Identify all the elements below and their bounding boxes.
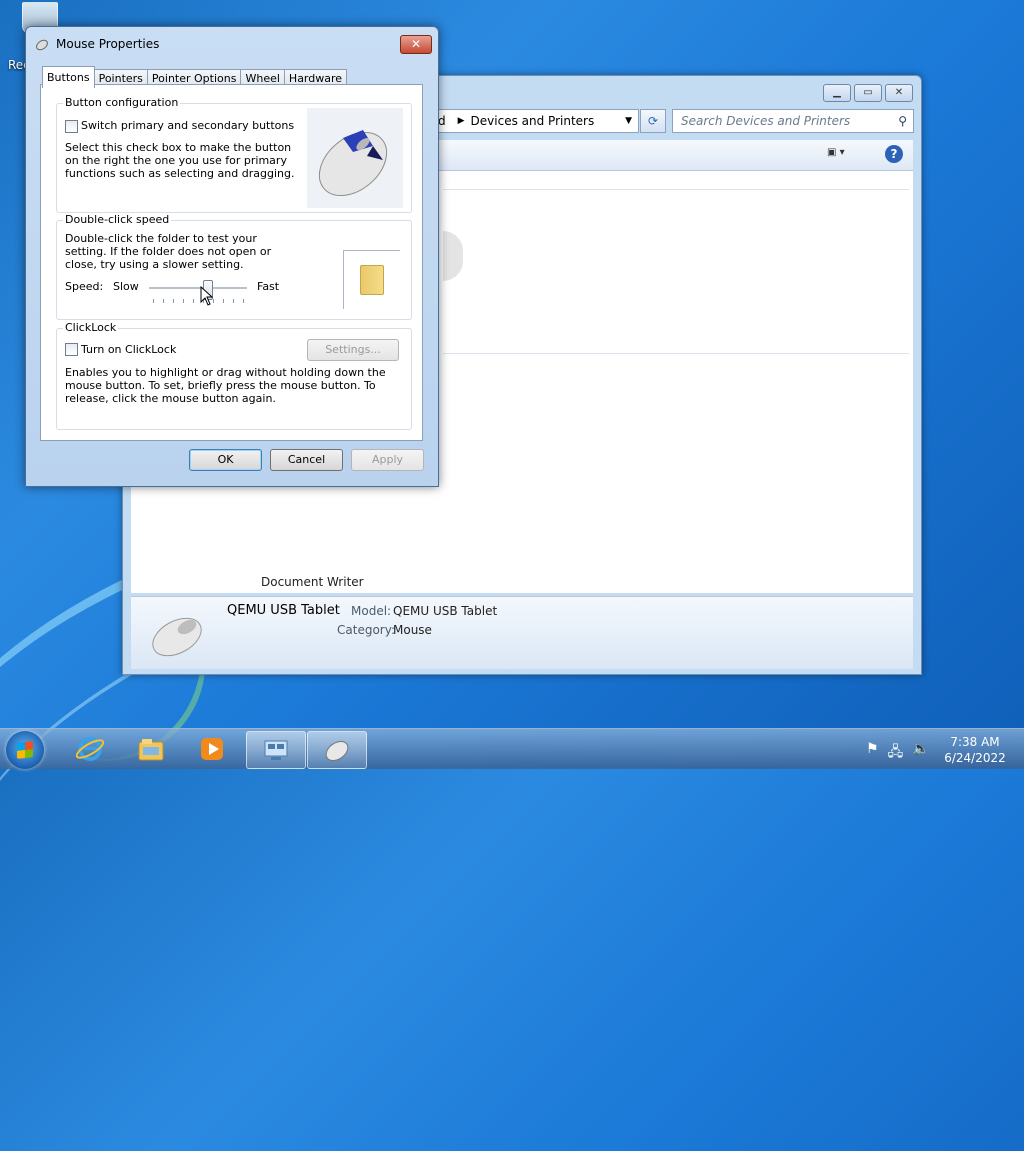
internet-explorer-icon (76, 737, 104, 761)
test-folder-area[interactable] (343, 250, 400, 309)
notification-area: ⚑ 🖧 🔈 (866, 741, 930, 765)
maximize-button[interactable]: ▭ (854, 84, 882, 102)
chevron-right-icon[interactable]: ▶ (458, 116, 465, 126)
network-icon[interactable]: 🖧 (888, 741, 904, 765)
divider (443, 353, 909, 354)
tab-panel: Button configuration Switch primary and … (40, 84, 423, 441)
mouse-properties-taskbar-button[interactable] (307, 731, 367, 769)
slow-label: Slow (113, 280, 139, 293)
category-value: Mouse (393, 623, 432, 637)
speed-label: Speed: (65, 280, 104, 293)
clicklock-description: Enables you to highlight or drag without… (65, 366, 386, 405)
devices-and-printers-taskbar-button[interactable] (246, 731, 306, 769)
close-button[interactable]: ✕ (885, 84, 913, 102)
mouse-properties-dialog: Mouse Properties ✕ Buttons Pointers Poin… (25, 26, 439, 487)
model-value: QEMU USB Tablet (393, 604, 498, 618)
search-input[interactable]: Search Devices and Printers ⚲ (672, 109, 914, 133)
clicklock-label[interactable]: Turn on ClickLock (81, 343, 176, 356)
group-label: Button configuration (63, 96, 181, 109)
chevron-down-icon[interactable]: ▼ (625, 116, 632, 126)
internet-explorer-button[interactable] (61, 731, 119, 767)
clicklock-group: ClickLock Turn on ClickLock Settings... … (56, 321, 412, 430)
button-configuration-group: Button configuration Switch primary and … (56, 96, 412, 213)
folder-icon[interactable] (360, 265, 384, 295)
windows-explorer-button[interactable] (122, 731, 180, 767)
fast-label: Fast (257, 280, 280, 293)
clicklock-checkbox[interactable] (65, 343, 78, 356)
ok-button[interactable]: OK (189, 449, 262, 471)
action-center-flag-icon[interactable]: ⚑ (866, 741, 879, 765)
clicklock-settings-button[interactable]: Settings... (307, 339, 399, 361)
group-label: ClickLock (63, 321, 119, 334)
media-player-icon (201, 738, 223, 760)
speed-slider-track[interactable] (149, 287, 247, 290)
model-label: Model: (351, 604, 392, 618)
clock-date: 6/24/2022 (944, 751, 1006, 765)
divider (443, 189, 909, 190)
dialog-close-button[interactable]: ✕ (400, 35, 432, 54)
device-icon-partial[interactable] (443, 231, 463, 281)
category-label: Category: (337, 623, 395, 637)
start-button[interactable] (6, 731, 44, 769)
switch-buttons-label[interactable]: Switch primary and secondary buttons (81, 119, 294, 132)
tab-buttons[interactable]: Buttons (42, 66, 95, 88)
mouse-cursor-icon (200, 286, 214, 306)
switch-buttons-checkbox[interactable] (65, 120, 78, 133)
refresh-button[interactable]: ⟳ (640, 109, 666, 133)
change-view-button[interactable]: ▣ ▾ (827, 147, 855, 163)
search-icon[interactable]: ⚲ (898, 114, 907, 128)
mouse-icon (36, 39, 48, 51)
devices-and-printers-icon (264, 740, 288, 760)
help-icon[interactable]: ? (885, 145, 903, 163)
search-placeholder: Search Devices and Printers (681, 114, 851, 128)
apply-button[interactable]: Apply (351, 449, 424, 471)
device-label-document-writer[interactable]: Document Writer (261, 575, 364, 589)
breadcrumb-devices[interactable]: Devices and Printers (471, 114, 595, 128)
media-player-button[interactable] (183, 731, 241, 767)
double-click-description: Double-click the folder to test your set… (65, 232, 272, 271)
device-name: QEMU USB Tablet (227, 603, 340, 618)
volume-icon[interactable]: 🔈 (912, 741, 929, 765)
mouse-icon (325, 740, 349, 762)
clock[interactable]: 7:38 AM 6/24/2022 (940, 734, 1010, 766)
details-pane: QEMU USB Tablet Model: QEMU USB Tablet C… (131, 596, 913, 669)
minimize-button[interactable]: ▁ (823, 84, 851, 102)
button-config-description: Select this check box to make the button… (65, 141, 295, 180)
address-bar[interactable]: d ▶ Devices and Printers ▼ (423, 109, 639, 133)
double-click-speed-group: Double-click speed Double-click the fold… (56, 213, 412, 320)
cancel-button[interactable]: Cancel (270, 449, 343, 471)
dialog-title: Mouse Properties (56, 37, 160, 51)
mouse-device-icon (152, 617, 202, 657)
group-label: Double-click speed (63, 213, 172, 226)
mouse-illustration (307, 108, 403, 208)
windows-explorer-icon (138, 739, 164, 761)
clock-time: 7:38 AM (950, 735, 1000, 749)
taskbar: ⚑ 🖧 🔈 7:38 AM 6/24/2022 (0, 728, 1024, 769)
slider-ticks (153, 299, 245, 303)
breadcrumb-prefix[interactable]: d (438, 114, 446, 128)
